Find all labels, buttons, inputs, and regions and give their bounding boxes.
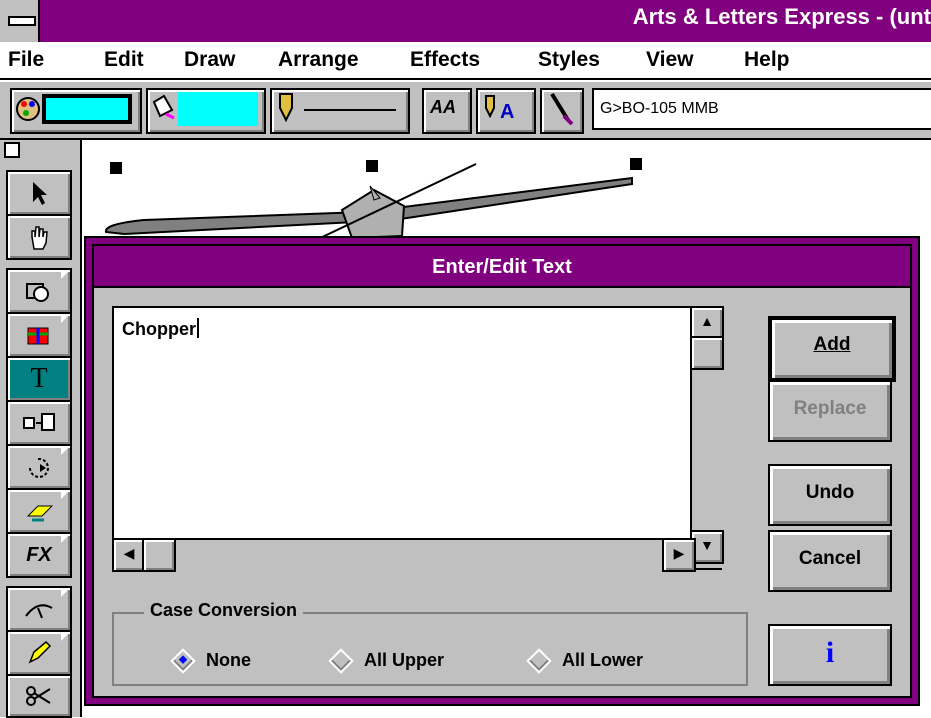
add-button-label: Add	[813, 334, 851, 355]
shapes-tool[interactable]	[6, 268, 72, 314]
radio-unselected-icon	[328, 647, 354, 674]
text-value[interactable]: Chopper	[122, 318, 199, 340]
menu-styles[interactable]: Styles	[538, 48, 600, 72]
radio-all-upper-label: All Upper	[364, 650, 445, 670]
style-name-field[interactable]: G>BO-105 MMB	[592, 88, 931, 130]
fill-color-button[interactable]	[146, 88, 266, 134]
dialog-title: Enter/Edit Text	[94, 246, 910, 288]
scissors-icon	[26, 686, 51, 706]
pencil-icon	[28, 640, 52, 664]
system-menu-button[interactable]	[0, 0, 40, 42]
eyedropper-icon	[550, 92, 574, 126]
scroll-up-arrow-icon[interactable]: ▲	[690, 306, 724, 340]
hand-tool[interactable]	[6, 214, 72, 260]
effects-tool[interactable]: FX	[6, 532, 72, 578]
undo-button[interactable]: Undo	[768, 464, 892, 526]
hand-icon	[31, 226, 48, 250]
window-title: Arts & Letters Express - (unt	[632, 4, 931, 29]
transform-icon	[23, 413, 55, 431]
horizontal-scroll-thumb[interactable]	[142, 538, 176, 572]
vertical-scroll-thumb[interactable]	[690, 336, 724, 370]
line-style-button[interactable]	[270, 88, 410, 134]
cancel-button-label: Cancel	[798, 548, 862, 569]
perspective-icon	[26, 505, 54, 522]
shapes-icon	[26, 283, 49, 302]
menu-draw[interactable]: Draw	[184, 48, 235, 72]
scroll-right-arrow-icon[interactable]: ▶	[662, 538, 696, 572]
case-conversion-group: Case Conversion None All Upper All Lower	[112, 600, 748, 686]
enter-edit-text-dialog: Enter/Edit Text Chopper ▲ ▼ ◀ ▶ Add Repl…	[84, 236, 920, 706]
scroll-left-arrow-icon[interactable]: ◀	[112, 538, 146, 572]
line-tool[interactable]	[6, 586, 72, 632]
helicopter-drawing	[104, 163, 633, 240]
horizontal-scrollbar[interactable]: ◀ ▶	[112, 538, 696, 572]
palette-icon	[16, 94, 132, 124]
radio-all-lower[interactable]: All Lower	[526, 647, 644, 674]
menu-bar: File Edit Draw Arrange Effects Styles Vi…	[0, 42, 931, 80]
font-button[interactable]: AA	[422, 88, 472, 134]
menu-effects[interactable]: Effects	[410, 48, 480, 72]
radio-none-label: None	[206, 650, 251, 670]
case-conversion-label: Case Conversion	[144, 600, 304, 621]
text-t-icon: T	[30, 363, 48, 394]
text-style-button[interactable]: A	[476, 88, 536, 134]
transform-tool[interactable]	[6, 400, 72, 446]
menu-arrange[interactable]: Arrange	[278, 48, 359, 72]
arrow-pointer-icon	[33, 182, 47, 205]
symbols-icon	[27, 327, 49, 345]
radio-all-upper[interactable]: All Upper	[328, 647, 445, 674]
text-style-icon: A	[485, 95, 514, 123]
symbols-tool[interactable]	[6, 312, 72, 358]
fx-icon: FX	[26, 543, 52, 566]
menu-help[interactable]: Help	[744, 48, 790, 72]
replace-button[interactable]: Replace	[768, 380, 892, 442]
radio-unselected-icon	[526, 647, 552, 674]
radio-selected-icon	[170, 647, 196, 674]
info-icon: i	[825, 636, 835, 669]
line-curve-icon	[25, 604, 53, 619]
paint-bucket-icon	[152, 92, 258, 126]
undo-button-label: Undo	[805, 482, 855, 503]
color-palette-button[interactable]	[10, 88, 142, 134]
text-entry-area[interactable]: Chopper ▲ ▼ ◀ ▶	[112, 306, 724, 572]
replace-button-label: Replace	[793, 398, 867, 419]
svg-text:A: A	[500, 101, 514, 123]
toolbox: T FX	[0, 140, 82, 718]
menu-file[interactable]: File	[8, 48, 44, 72]
eyedropper-button[interactable]	[540, 88, 584, 134]
pointer-tool[interactable]	[6, 170, 72, 216]
vertical-scrollbar[interactable]: ▲ ▼	[690, 306, 724, 568]
menu-view[interactable]: View	[646, 48, 693, 72]
info-button[interactable]: i	[768, 624, 892, 686]
title-bar: Arts & Letters Express - (unt	[0, 0, 931, 42]
radio-all-lower-label: All Lower	[562, 650, 644, 670]
font-icon: AA	[430, 97, 456, 117]
toolbar: AA A G>BO-105 MMB	[0, 82, 931, 140]
radio-none[interactable]: None	[170, 647, 251, 674]
dialog-body: Enter/Edit Text Chopper ▲ ▼ ◀ ▶ Add Repl…	[92, 244, 912, 698]
add-button[interactable]: Add	[768, 316, 896, 382]
scissors-tool[interactable]	[6, 674, 72, 718]
perspective-tool[interactable]	[6, 488, 72, 534]
menu-edit[interactable]: Edit	[104, 48, 144, 72]
toolbox-minimize-icon[interactable]	[4, 142, 20, 158]
rotate-icon	[29, 457, 49, 478]
rotate-tool[interactable]	[6, 444, 72, 490]
text-tool[interactable]: T	[6, 356, 72, 402]
cancel-button[interactable]: Cancel	[768, 530, 892, 592]
pencil-tool[interactable]	[6, 630, 72, 676]
pen-nib-icon	[279, 93, 396, 123]
